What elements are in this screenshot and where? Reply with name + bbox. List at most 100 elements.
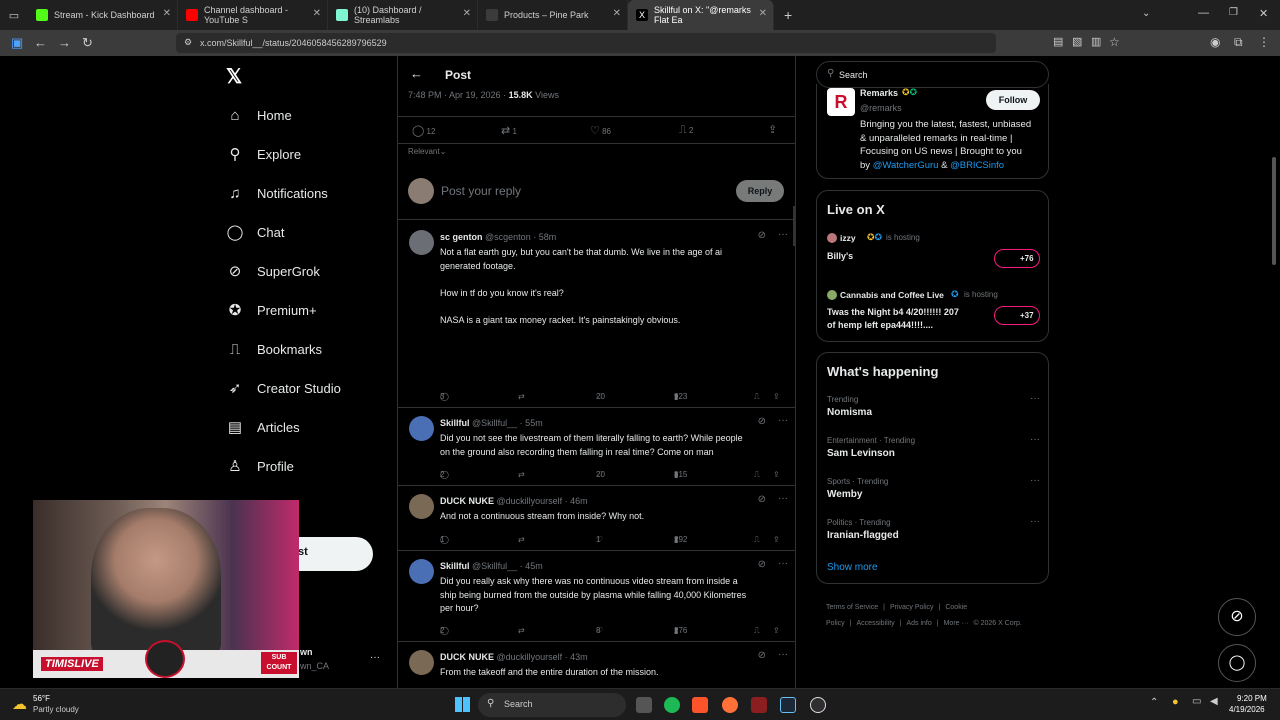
share-icon[interactable]: ⇪ bbox=[768, 123, 777, 136]
avatar[interactable] bbox=[409, 416, 434, 441]
reply-post[interactable]: DUCK NUKE @duckillyourself · 46m ⊘ ··· And … bbox=[398, 486, 795, 551]
tab-list-chevron-icon[interactable]: ⌄ bbox=[1142, 8, 1150, 19]
tab-streamlabs[interactable]: (10) Dashboard / Streamlabs ✕ bbox=[328, 0, 478, 30]
live-item[interactable]: izzy ✪✪ is hosting Billy's +76 bbox=[827, 231, 1042, 271]
grok-fab[interactable]: ⊘ bbox=[1218, 598, 1256, 636]
restore-icon[interactable]: ❐ bbox=[1229, 7, 1238, 18]
mention-link[interactable]: @WatcherGuru bbox=[873, 160, 939, 171]
app-icon[interactable] bbox=[751, 697, 767, 713]
avatar[interactable] bbox=[409, 230, 434, 255]
footer-link[interactable]: Accessibility bbox=[857, 620, 895, 627]
reply-author[interactable]: DUCK NUKE @duckillyourself · 43m bbox=[440, 652, 588, 662]
reply-post[interactable]: Skillful @Skillful__ · 45m ⊘ ··· Did you re… bbox=[398, 551, 795, 642]
sidebar-toggle-icon[interactable]: ▣ bbox=[11, 35, 23, 51]
brave-icon[interactable] bbox=[692, 697, 708, 713]
reply-post[interactable]: sc genton @scgenton · 58m ⊘ ··· Not a flat … bbox=[398, 222, 795, 408]
clock-time[interactable]: 9:20 PM bbox=[1237, 694, 1267, 703]
task-view-icon[interactable] bbox=[636, 697, 652, 713]
reply-author[interactable]: DUCK NUKE @duckillyourself · 46m bbox=[440, 496, 588, 506]
follow-button[interactable]: Follow bbox=[986, 90, 1040, 110]
nav-explore[interactable]: ⚲ Explore bbox=[226, 145, 302, 163]
more-icon[interactable]: ··· bbox=[778, 229, 788, 240]
reply-action[interactable]: ◯ 12 bbox=[412, 124, 435, 137]
bookmark-action[interactable]: ⎍ 2 bbox=[679, 124, 693, 137]
grok-icon[interactable]: ⊘ bbox=[758, 230, 766, 241]
sort-dropdown[interactable]: Relevant⌄ bbox=[408, 147, 446, 156]
x-logo[interactable]: 𝕏 bbox=[226, 64, 242, 89]
trend-item[interactable]: Trending Nomisma ··· bbox=[827, 393, 1042, 418]
post-timestamp[interactable]: 7:48 PM · Apr 19, 2026 · bbox=[408, 90, 506, 100]
reply-author[interactable]: Skillful @Skillful__ · 55m bbox=[440, 418, 543, 428]
more-icon[interactable]: ··· bbox=[1030, 393, 1040, 404]
trend-item[interactable]: Sports · Trending Wemby ··· bbox=[827, 475, 1042, 500]
reader-icon[interactable]: ▤ bbox=[1053, 35, 1063, 48]
show-more-link[interactable]: Show more bbox=[827, 562, 878, 573]
spotify-icon[interactable] bbox=[664, 697, 680, 713]
nav-articles[interactable]: ▤ Articles bbox=[226, 418, 300, 436]
share-icon[interactable]: ⇪ bbox=[773, 470, 780, 479]
minimize-icon[interactable]: — bbox=[1198, 7, 1209, 19]
more-icon[interactable]: ··· bbox=[778, 558, 788, 569]
weather-icon[interactable]: ☁ bbox=[12, 695, 27, 713]
live-item[interactable]: Cannabis and Coffee Live ✪ is hosting Tw… bbox=[827, 288, 1042, 332]
new-tab-button[interactable]: + bbox=[784, 7, 792, 23]
share-icon[interactable]: ⇪ bbox=[773, 626, 780, 635]
screenshot-icon[interactable]: ▧ bbox=[1072, 35, 1082, 48]
page-scrollbar[interactable] bbox=[1272, 157, 1276, 265]
tab-youtube[interactable]: Channel dashboard - YouTube S ✕ bbox=[178, 0, 328, 30]
firefox-icon[interactable] bbox=[722, 697, 738, 713]
menu-icon[interactable]: ⋮ bbox=[1258, 35, 1270, 49]
messages-fab[interactable]: ◯ bbox=[1218, 644, 1256, 682]
nav-creator-studio[interactable]: ➶ Creator Studio bbox=[226, 379, 341, 397]
more-icon[interactable]: ··· bbox=[778, 415, 788, 426]
mic-icon[interactable]: ● bbox=[1172, 696, 1179, 708]
reload-icon[interactable]: ↻ bbox=[82, 35, 93, 51]
bookmark-icon[interactable]: ⎍ bbox=[754, 470, 760, 480]
taskbar-search[interactable]: ⚲ Search bbox=[478, 693, 626, 717]
obs-icon[interactable] bbox=[810, 697, 826, 713]
site-info-icon[interactable]: ⚙ bbox=[184, 37, 192, 48]
repost-action[interactable]: ⇄ 1 bbox=[501, 124, 517, 137]
mention-link[interactable]: @BRICSinfo bbox=[950, 160, 1004, 171]
avatar[interactable] bbox=[409, 650, 434, 675]
nav-home[interactable]: ⌂ Home bbox=[226, 106, 291, 124]
like-action[interactable]: ♡ 86 bbox=[590, 124, 611, 137]
close-icon[interactable]: ✕ bbox=[163, 8, 171, 19]
bookmark-icon[interactable]: ⎍ bbox=[754, 626, 760, 636]
tab-kick[interactable]: Stream - Kick Dashboard ✕ bbox=[28, 0, 178, 30]
footer-link[interactable]: © 2026 X Corp. bbox=[973, 620, 1021, 627]
reply-button[interactable]: Reply bbox=[736, 180, 784, 202]
more-icon[interactable]: ··· bbox=[1030, 434, 1040, 445]
avatar[interactable] bbox=[409, 559, 434, 584]
volume-icon[interactable]: ◀ bbox=[1210, 696, 1218, 707]
footer-link[interactable]: Terms of Service bbox=[826, 604, 878, 611]
profile-icon[interactable]: ◉ bbox=[1210, 35, 1220, 49]
tab-x-active[interactable]: X Skillful on X: "@remarks Flat Ea ✕ bbox=[628, 0, 774, 30]
reply-post[interactable]: Skillful @Skillful__ · 55m ⊘ ··· Did you no… bbox=[398, 408, 795, 486]
grok-icon[interactable]: ⊘ bbox=[758, 494, 766, 505]
forward-icon[interactable]: → bbox=[58, 35, 71, 50]
tray-chevron-icon[interactable]: ⌃ bbox=[1150, 697, 1158, 708]
nav-chat[interactable]: ◯ Chat bbox=[226, 223, 285, 241]
grok-icon[interactable]: ⊘ bbox=[758, 650, 766, 661]
tab-pinepark[interactable]: Products – Pine Park ✕ bbox=[478, 0, 628, 30]
nav-profile[interactable]: ♙ Profile bbox=[226, 457, 294, 475]
more-icon[interactable]: ··· bbox=[1030, 516, 1040, 527]
avatar[interactable] bbox=[409, 494, 434, 519]
tab-actions-icon[interactable]: ▭ bbox=[0, 9, 28, 22]
reply-input[interactable]: Post your reply bbox=[441, 184, 521, 198]
bookmark-icon[interactable]: ⎍ bbox=[754, 392, 760, 402]
footer-link[interactable]: Privacy Policy bbox=[890, 604, 934, 611]
windows-start-icon[interactable] bbox=[455, 697, 470, 712]
more-icon[interactable]: ··· bbox=[1030, 475, 1040, 486]
scrollbar[interactable] bbox=[793, 206, 795, 246]
profile-name[interactable]: Remarks bbox=[860, 88, 898, 98]
more-icon[interactable]: ··· bbox=[778, 649, 788, 660]
downloads-icon[interactable]: ▥ bbox=[1091, 35, 1101, 48]
grok-icon[interactable]: ⊘ bbox=[758, 416, 766, 427]
footer-link[interactable]: More ··· bbox=[944, 620, 969, 627]
steam-icon[interactable] bbox=[780, 697, 796, 713]
close-icon[interactable]: ✕ bbox=[613, 8, 621, 19]
nav-bookmarks[interactable]: ⎍ Bookmarks bbox=[226, 340, 322, 358]
more-icon[interactable]: ··· bbox=[370, 652, 380, 663]
